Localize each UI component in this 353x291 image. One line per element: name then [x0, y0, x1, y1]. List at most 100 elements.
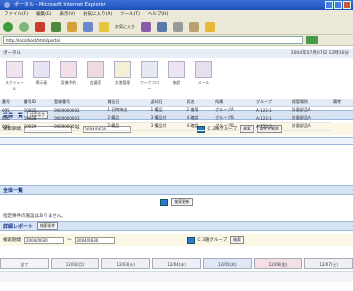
- section-3-button[interactable]: 検索条件: [37, 222, 59, 230]
- app-tile-icon[interactable]: [168, 61, 185, 78]
- address-input[interactable]: http://localhost/html/portal: [3, 36, 303, 44]
- table-row[interactable]: 005 10025 0000000002 1 日時持出 1 備品 2 借用 グループA A-1…: [0, 106, 353, 115]
- stop-icon[interactable]: [35, 21, 45, 32]
- window-controls: [325, 1, 351, 9]
- menu-tools[interactable]: ツール(T): [120, 10, 140, 19]
- app-icon-item[interactable]: 掲示板: [32, 59, 51, 86]
- date-tab[interactable]: 全て: [0, 258, 49, 269]
- app-icon-label: ワークフロー: [140, 80, 159, 91]
- table-cell: 計量部品A: [289, 106, 332, 115]
- date-tab[interactable]: 12/04(水): [152, 258, 201, 269]
- app-icon-item[interactable]: 設備予約: [59, 59, 78, 86]
- date-tab[interactable]: 12/06(金): [253, 258, 303, 269]
- forward-icon[interactable]: [19, 21, 29, 32]
- maximize-button[interactable]: [334, 1, 342, 9]
- app-icon-label: スケジュール: [5, 80, 24, 91]
- app-icon-item[interactable]: 文書管理: [113, 59, 132, 86]
- app-icon-label: 文書管理: [114, 80, 131, 85]
- app-tile-icon[interactable]: [141, 61, 158, 78]
- section-3-title: 詳細レポート: [3, 223, 34, 230]
- no-result-message: 指定條件の施設はありません。: [3, 214, 66, 219]
- table-cell: 10029: [21, 122, 53, 131]
- search-button-2[interactable]: 検索: [230, 236, 244, 244]
- browser-toolbar: お気に入り: [0, 19, 353, 35]
- page-content: ポータル 2004年07月07日 12時30分 スケジュール 掲示板 設備予約 会議室…: [0, 47, 353, 291]
- header-date: 2004年07月07日 12時30分: [290, 51, 349, 56]
- menu-edit[interactable]: 編集(E): [36, 10, 51, 19]
- table-header-cell[interactable]: 貸出日: [105, 99, 149, 107]
- date-tab[interactable]: 12/07(土): [304, 258, 353, 269]
- folder-icon[interactable]: [205, 21, 215, 32]
- menu-view[interactable]: 表示(V): [59, 10, 75, 19]
- table-cell: 10025: [21, 106, 53, 115]
- table-cell: グループB: [213, 114, 255, 123]
- edit-icon[interactable]: [189, 21, 199, 32]
- app-icon-item[interactable]: 施設: [167, 59, 186, 86]
- refresh-icon[interactable]: [51, 21, 61, 32]
- app-tile-icon[interactable]: [87, 61, 104, 78]
- favorites-label[interactable]: お気に入り: [115, 24, 135, 30]
- app-icon-label: 掲示板: [35, 80, 48, 85]
- table-cell: 2 借用: [184, 106, 214, 115]
- group2-select-icon[interactable]: [186, 236, 195, 244]
- app-tile-icon[interactable]: [114, 61, 131, 78]
- table-header-cell[interactable]: 番号ID: [21, 99, 53, 107]
- app-icon-item[interactable]: メール: [194, 59, 213, 86]
- search2-to-input[interactable]: 2004/0630: [74, 236, 115, 244]
- results-table: 番号 番号ID 登録番号 貸出日 返却日 氏名 所属 グループ 保管場所 備考 005 10025 0…: [0, 99, 353, 131]
- minimize-button[interactable]: [325, 1, 333, 9]
- table-cell: グループA: [213, 106, 255, 115]
- table-header-cell[interactable]: 氏名: [184, 99, 214, 107]
- favorites-icon[interactable]: [99, 21, 109, 32]
- menu-file[interactable]: ファイル(F): [4, 10, 28, 19]
- app-icon-item[interactable]: スケジュール: [5, 59, 24, 92]
- table-cell: グループB: [213, 122, 255, 131]
- print-icon[interactable]: [173, 21, 183, 32]
- table-row[interactable]: 006 10028 0000000003 2 備品 3 備品付 4 確認 グループB A-12…: [0, 114, 353, 123]
- search2-range-sep: 〜: [67, 238, 72, 243]
- table-cell: 計量部品A: [289, 122, 332, 131]
- address-bar: http://localhost/html/portal: [0, 35, 353, 46]
- menu-help[interactable]: ヘルプ(H): [148, 10, 168, 19]
- table-header-cell[interactable]: グループ: [254, 99, 290, 107]
- table-row[interactable]: 008 10029 0000000004 2 備品 3 備品付 4 確認 グループB A-12…: [0, 122, 353, 131]
- section-bar-2: 全体一覧: [0, 185, 353, 195]
- table-header-cell[interactable]: 返却日: [148, 99, 185, 107]
- back-icon[interactable]: [3, 21, 13, 32]
- app-tile-icon[interactable]: [6, 61, 23, 78]
- table-cell: 4 確認: [184, 114, 214, 123]
- media-icon[interactable]: [141, 21, 151, 32]
- table-header-cell[interactable]: 備考: [331, 99, 353, 107]
- section-bar-3: 詳細レポート 検索条件: [0, 221, 353, 231]
- app-tile-icon[interactable]: [195, 61, 212, 78]
- search-icon[interactable]: [83, 21, 93, 32]
- go-button[interactable]: [306, 36, 318, 44]
- ie-icon: [4, 2, 10, 8]
- table-header-cell[interactable]: 登録番号: [52, 99, 106, 107]
- table-header-cell[interactable]: 所属: [213, 99, 255, 107]
- refresh-select-icon[interactable]: [160, 198, 169, 206]
- date-tab[interactable]: 12/02(月): [50, 258, 100, 269]
- table-cell: 4 確認: [184, 122, 214, 131]
- home-icon[interactable]: [67, 21, 77, 32]
- app-tile-icon[interactable]: [33, 61, 50, 78]
- app-icon-label: 会議室: [89, 80, 102, 85]
- app-icon-item[interactable]: ワークフロー: [140, 59, 159, 92]
- table-cell: 1 日時持出: [105, 106, 149, 115]
- refresh-list-button[interactable]: 検索更新: [171, 198, 193, 206]
- mail-icon[interactable]: [157, 21, 167, 32]
- close-button[interactable]: [343, 1, 351, 9]
- table-cell: 008: [0, 122, 22, 131]
- table-cell: 3 備品付: [148, 122, 185, 131]
- date-tab[interactable]: 12/03(火): [101, 258, 151, 269]
- bottom-strip: [0, 271, 353, 282]
- table-header-cell[interactable]: 保管場所: [289, 99, 332, 107]
- app-tile-icon[interactable]: [60, 61, 77, 78]
- date-tab[interactable]: 12/05(木): [202, 258, 252, 269]
- table-header-cell[interactable]: 番号: [0, 99, 22, 107]
- search2-from-input[interactable]: 2004/0630: [24, 236, 64, 244]
- app-icon-item[interactable]: 会議室: [86, 59, 105, 86]
- group2-select-label[interactable]: C 3施グループ: [198, 237, 228, 243]
- app-icon-label: 設備予約: [60, 80, 77, 85]
- menu-favorites[interactable]: お気に入り(A): [83, 10, 112, 19]
